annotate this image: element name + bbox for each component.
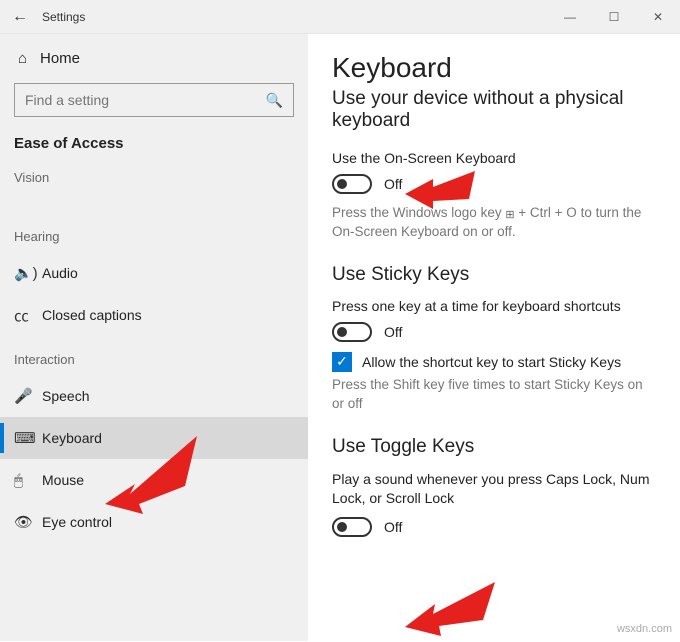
osk-label: Use the On-Screen Keyboard [332, 150, 656, 166]
minimize-button[interactable]: — [548, 0, 592, 34]
toggle-keys-heading: Use Toggle Keys [332, 436, 656, 458]
speech-icon: 🎤 [14, 387, 42, 405]
sticky-toggle-state: Off [384, 324, 402, 340]
sticky-toggle[interactable] [332, 322, 372, 342]
sidebar-item-audio[interactable]: 🔈) Audio [0, 252, 308, 294]
back-button[interactable]: ← [0, 8, 40, 26]
cc-icon: ㏄ [14, 305, 42, 326]
home-label: Home [40, 50, 80, 67]
toggle-keys-desc: Play a sound whenever you press Caps Loc… [332, 470, 656, 509]
sidebar-item-closed-captions[interactable]: ㏄ Closed captions [0, 294, 308, 336]
home-nav[interactable]: ⌂ Home [0, 34, 308, 77]
page-title: Keyboard [332, 52, 656, 84]
page-subtitle: Use your device without a physical keybo… [332, 88, 656, 132]
sidebar-item-speech[interactable]: 🎤 Speech [0, 375, 308, 417]
osk-toggle[interactable] [332, 174, 372, 194]
sidebar: ⌂ Home 🔍 Ease of Access Vision Hearing 🔈… [0, 34, 308, 641]
titlebar: ← Settings — ☐ ✕ [0, 0, 680, 34]
sticky-shortcut-checkbox[interactable]: ✓ [332, 352, 352, 372]
window-title: Settings [42, 10, 85, 24]
mouse-icon: 🖱 [14, 472, 42, 489]
sticky-desc: Press one key at a time for keyboard sho… [332, 298, 656, 314]
sidebar-item-label: Keyboard [42, 430, 102, 446]
watermark: wsxdn.com [617, 623, 672, 635]
osk-hint: Press the Windows logo key ⊞ + Ctrl + O … [332, 204, 656, 242]
keyboard-icon: ⌨ [14, 429, 42, 447]
toggle-keys-toggle[interactable] [332, 517, 372, 537]
home-icon: ⌂ [18, 50, 40, 67]
sidebar-item-eye-control[interactable]: 👁 Eye control [0, 501, 308, 543]
sidebar-item-label: Audio [42, 265, 78, 281]
sidebar-item-mouse[interactable]: 🖱 Mouse [0, 459, 308, 501]
maximize-button[interactable]: ☐ [592, 0, 636, 34]
sidebar-item-label: Speech [42, 388, 89, 404]
content-pane: Keyboard Use your device without a physi… [308, 34, 680, 641]
close-button[interactable]: ✕ [636, 0, 680, 34]
osk-toggle-state: Off [384, 176, 402, 192]
audio-icon: 🔈) [14, 264, 42, 282]
sidebar-item-label: Eye control [42, 514, 112, 530]
windows-logo-icon: ⊞ [505, 208, 514, 223]
sidebar-item-label: Mouse [42, 472, 84, 488]
search-box[interactable]: 🔍 [14, 83, 294, 117]
search-input[interactable] [25, 92, 266, 108]
category-hearing: Hearing [0, 193, 308, 252]
sidebar-item-label: Closed captions [42, 307, 142, 323]
sticky-checkbox-label: Allow the shortcut key to start Sticky K… [362, 354, 621, 370]
sidebar-heading: Ease of Access [0, 127, 308, 166]
toggle-keys-state: Off [384, 519, 402, 535]
category-interaction: Interaction [0, 336, 308, 375]
sidebar-item-keyboard[interactable]: ⌨ Keyboard [0, 417, 308, 459]
eye-icon: 👁 [14, 513, 42, 531]
search-icon: 🔍 [266, 92, 283, 109]
category-vision: Vision [0, 166, 308, 193]
sticky-heading: Use Sticky Keys [332, 264, 656, 286]
sticky-hint: Press the Shift key five times to start … [332, 376, 656, 414]
